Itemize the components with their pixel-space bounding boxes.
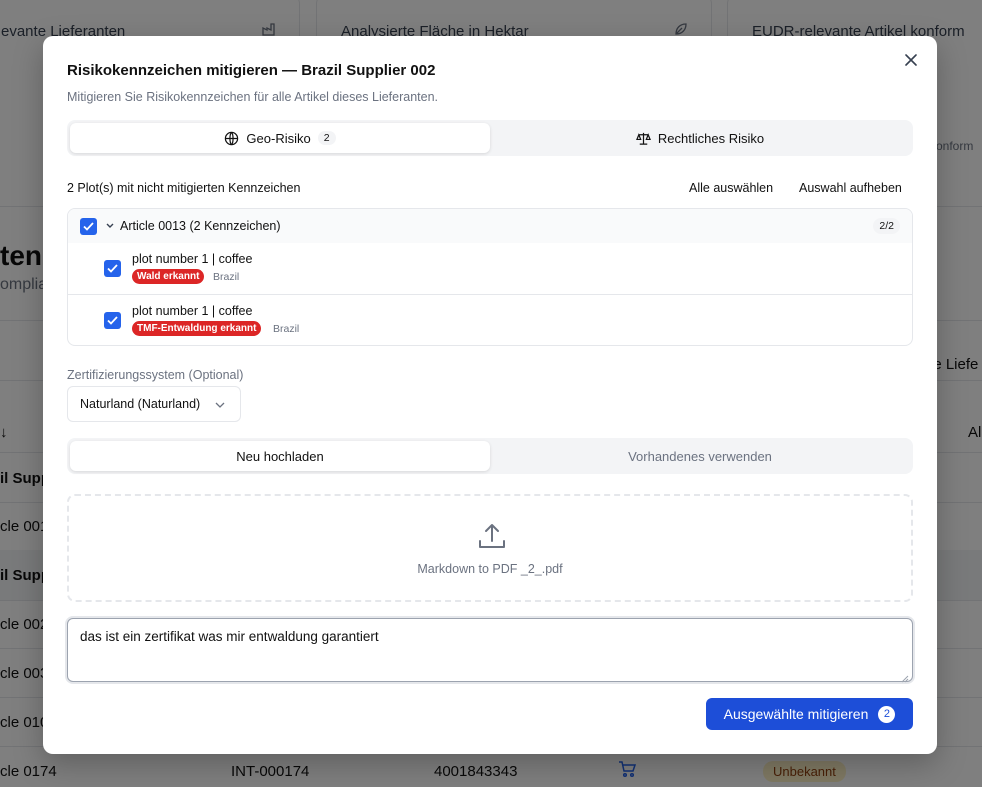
scale-icon bbox=[635, 131, 651, 146]
tab-label: Geo-Risiko bbox=[246, 130, 311, 146]
list-item[interactable]: plot number 1 | coffee Wald erkannt Braz… bbox=[68, 243, 912, 295]
article-group-label: Article 0013 (2 Kennzeichen) bbox=[120, 219, 281, 233]
risk-flag-badge: TMF-Entwaldung erkannt bbox=[132, 321, 262, 336]
check-icon bbox=[107, 316, 118, 325]
check-icon bbox=[107, 264, 118, 273]
list-item[interactable]: plot number 1 | coffee TMF-Entwaldung er… bbox=[68, 294, 912, 345]
plot-name: plot number 1 | coffee bbox=[132, 252, 253, 266]
tab-legal-risk[interactable]: Rechtliches Risiko bbox=[490, 123, 910, 153]
plot-country: Brazil bbox=[213, 271, 240, 283]
select-all-button[interactable]: Alle auswählen bbox=[689, 181, 773, 195]
upload-icon bbox=[477, 522, 507, 552]
dialog-title: Risikokennzeichen mitigieren — Brazil Su… bbox=[67, 62, 436, 79]
certification-label: Zertifizierungssystem (Optional) bbox=[67, 368, 244, 382]
plot-list: Article 0013 (2 Kennzeichen) 2/2 plot nu… bbox=[67, 208, 913, 346]
mitigate-selected-button[interactable]: Ausgewählte mitigieren 2 bbox=[706, 698, 913, 730]
tab-geo-risk[interactable]: Geo-Risiko 2 bbox=[70, 123, 490, 153]
plots-summary: 2 Plot(s) mit nicht mitigierten Kennzeic… bbox=[67, 181, 301, 195]
group-count-badge: 2/2 bbox=[873, 218, 900, 234]
selected-count-badge: 2 bbox=[878, 705, 896, 723]
risk-tabs: Geo-Risiko 2 Rechtliches Risiko bbox=[67, 120, 913, 156]
certification-select[interactable]: Naturland (Naturland) bbox=[67, 386, 241, 422]
note-textarea[interactable]: das ist ein zertifikat was mir entwaldun… bbox=[67, 618, 913, 682]
upload-tabs: Neu hochladen Vorhandenes verwenden bbox=[67, 438, 913, 474]
plot-checkbox[interactable] bbox=[104, 260, 121, 277]
plot-name: plot number 1 | coffee bbox=[132, 304, 253, 318]
article-group-header[interactable]: Article 0013 (2 Kennzeichen) 2/2 bbox=[68, 209, 912, 243]
tab-label: Rechtliches Risiko bbox=[657, 130, 765, 146]
mitigation-dialog: Risikokennzeichen mitigieren — Brazil Su… bbox=[43, 36, 937, 754]
dialog-description: Mitigieren Sie Risikokennzeichen für all… bbox=[67, 90, 439, 104]
uploaded-file-name: Markdown to PDF _2_.pdf bbox=[417, 562, 563, 576]
button-label: Ausgewählte mitigieren bbox=[723, 706, 869, 722]
file-dropzone[interactable]: Markdown to PDF _2_.pdf bbox=[67, 494, 913, 602]
plot-checkbox[interactable] bbox=[104, 312, 121, 329]
tab-label: Neu hochladen bbox=[236, 448, 324, 464]
chevron-down-icon[interactable] bbox=[105, 219, 115, 231]
risk-flag-badge: Wald erkannt bbox=[132, 269, 205, 284]
check-icon bbox=[83, 222, 94, 231]
group-checkbox[interactable] bbox=[80, 218, 97, 235]
certification-value: Naturland (Naturland) bbox=[80, 397, 201, 411]
close-button[interactable] bbox=[901, 52, 921, 72]
chevron-down-icon bbox=[214, 399, 226, 411]
tab-label: Vorhandenes verwenden bbox=[628, 448, 772, 464]
tab-upload-new[interactable]: Neu hochladen bbox=[70, 441, 490, 471]
tab-use-existing[interactable]: Vorhandenes verwenden bbox=[490, 441, 910, 471]
globe-icon bbox=[224, 131, 239, 146]
tab-count-badge: 2 bbox=[317, 131, 336, 145]
plot-country: Brazil bbox=[273, 323, 300, 335]
resize-grip-icon[interactable] bbox=[901, 670, 909, 683]
deselect-button[interactable]: Auswahl aufheben bbox=[799, 181, 902, 195]
close-icon bbox=[905, 53, 917, 71]
